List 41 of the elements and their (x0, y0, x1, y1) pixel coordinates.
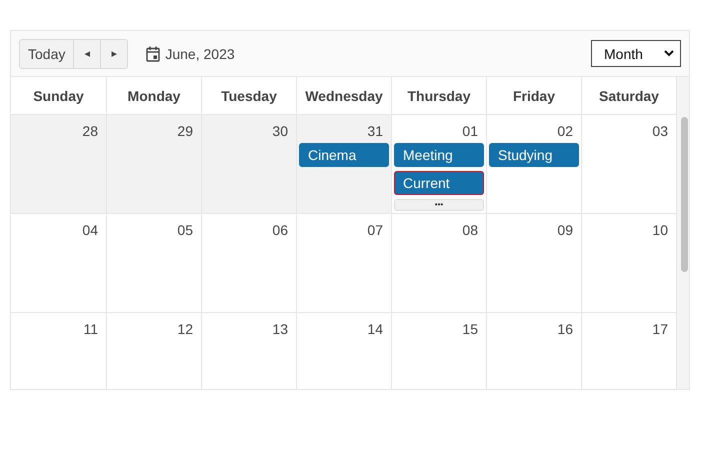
weekday-header: Monday (106, 77, 201, 114)
day-number: 11 (83, 321, 98, 337)
day-number: 06 (272, 222, 288, 238)
day-number: 13 (272, 321, 288, 337)
day-number: 01 (462, 123, 478, 139)
current-date: June, 2023 (165, 46, 235, 62)
day-number: 04 (82, 222, 98, 238)
event-chip[interactable]: Current (394, 171, 484, 195)
day-number: 05 (177, 222, 193, 238)
calendar-icon (146, 46, 160, 62)
event-chip[interactable]: Studying (489, 143, 579, 167)
scrollbar-thumb[interactable] (681, 117, 688, 272)
weekday-header: Thursday (391, 77, 486, 114)
weekday-header: Sunday (32, 86, 85, 106)
weekday-header: Friday (486, 77, 581, 114)
event-chip[interactable]: Meeting (394, 143, 484, 167)
more-events-button[interactable]: ••• (394, 199, 484, 211)
day-number: 30 (272, 123, 288, 139)
day-number: 28 (82, 123, 98, 139)
view-select[interactable]: Month (591, 40, 681, 67)
day-number: 29 (177, 123, 193, 139)
day-number: 17 (652, 321, 668, 337)
day-number: 08 (462, 222, 478, 238)
scrollbar[interactable] (676, 77, 689, 389)
day-number: 10 (652, 222, 668, 238)
day-number: 15 (462, 321, 478, 337)
weekday-header: Tuesday (201, 77, 296, 114)
next-button[interactable]: ▸ (100, 40, 128, 68)
day-number: 16 (557, 321, 573, 337)
day-number: 03 (652, 123, 668, 139)
today-button[interactable]: Today (20, 40, 74, 68)
day-number: 12 (177, 321, 193, 337)
previous-button[interactable]: ◂ (73, 40, 100, 68)
day-number: 31 (367, 123, 383, 139)
day-number: 07 (367, 222, 383, 238)
weekday-header: Wednesday (296, 77, 391, 114)
event-chip[interactable]: Cinema (299, 143, 389, 167)
day-number: 02 (557, 123, 573, 139)
chevron-down-icon (664, 50, 674, 57)
day-number: 09 (557, 222, 573, 238)
day-number: 14 (367, 321, 383, 337)
